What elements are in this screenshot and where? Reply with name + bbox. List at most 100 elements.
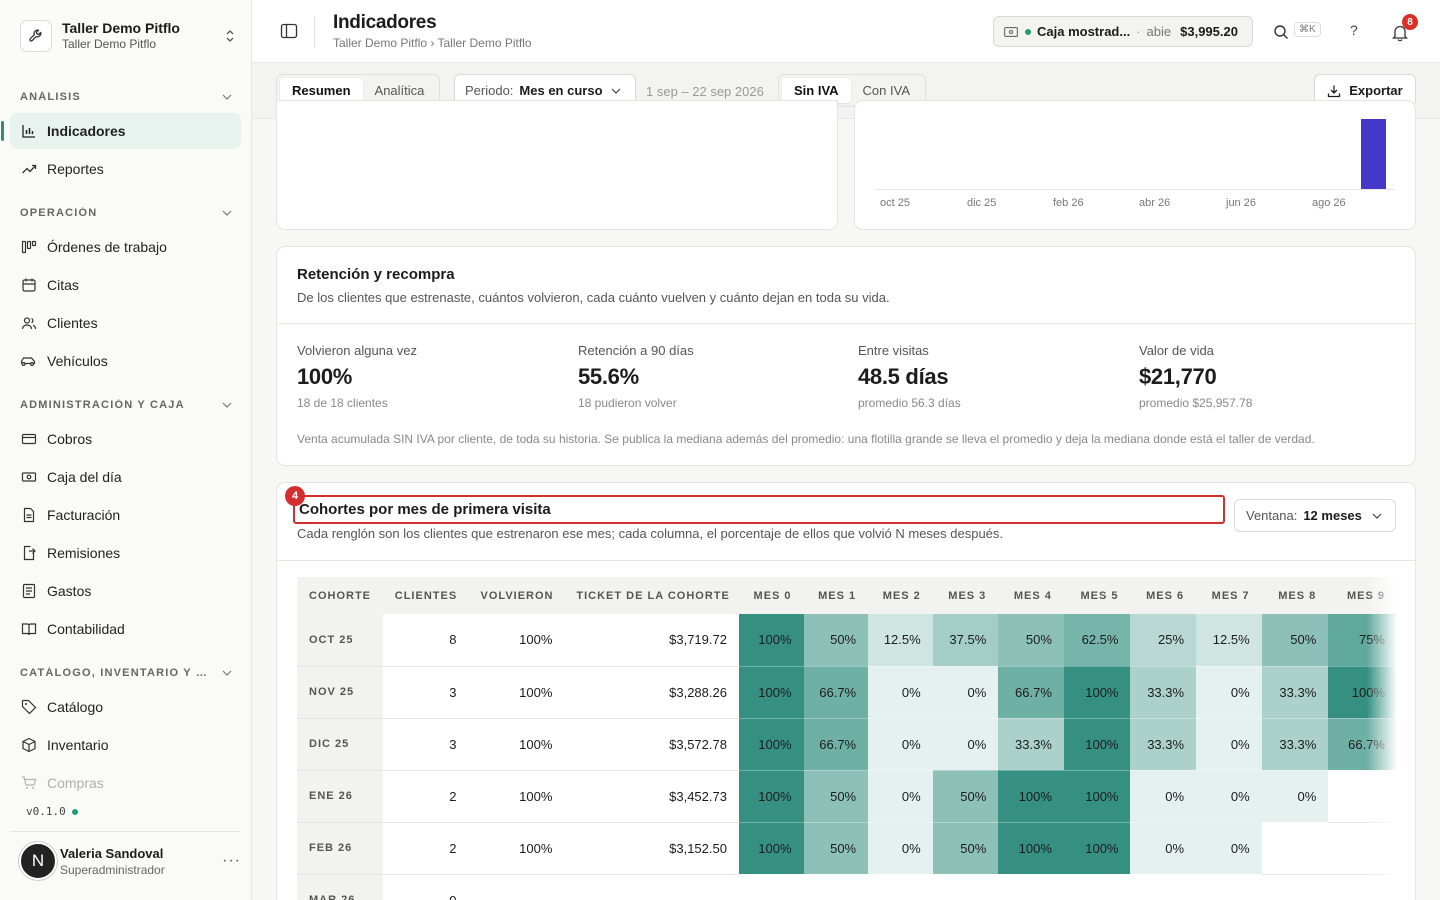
heat-cell: 50% (803, 822, 869, 875)
sidebar-item-compras[interactable]: Compras (10, 765, 241, 801)
wrench-icon (20, 20, 52, 52)
cell-cohort: OCT 25 (297, 614, 383, 667)
column-header: MES 2 (868, 577, 933, 614)
search-icon[interactable] (1271, 22, 1291, 42)
invoice-icon (20, 507, 37, 524)
cell-ticket: — (564, 874, 739, 900)
cell-clients: 8 (382, 614, 469, 667)
cell-clients: 2 (382, 822, 469, 875)
sidebar-item-indicadores[interactable]: Indicadores (1, 113, 241, 149)
divider (277, 323, 1415, 324)
section-catalogo[interactable]: CATÁLOGO, INVENTARIO Y COMPRAS (20, 665, 232, 681)
heat-cell: 66.7% (803, 718, 869, 771)
users-icon (20, 315, 37, 332)
heat-cell: 0% (1196, 822, 1262, 875)
heat-cell: 100% (1063, 718, 1131, 771)
heat-cell: 0% (1196, 770, 1262, 823)
sidebar-item-inventario[interactable]: Inventario (10, 727, 241, 763)
sidebar-item-label: Órdenes de trabajo (47, 239, 167, 255)
sidebar-item-remisiones[interactable]: Remisiones (10, 535, 241, 571)
cell-ticket: $3,452.73 (564, 770, 739, 823)
sidebar-item-ordenes[interactable]: Órdenes de trabajo (10, 229, 241, 265)
sidebar-item-label: Reportes (47, 161, 104, 177)
receipt-icon (20, 583, 37, 600)
cash-register-selector[interactable]: Caja mostrad... · abie $3,995.20 (993, 16, 1253, 47)
heat-cell: 0% (1130, 770, 1197, 823)
workspace-switcher[interactable]: Taller Demo Pitflo Taller Demo Pitflo (20, 16, 240, 56)
kpi-value: 48.5 días (858, 364, 949, 389)
column-header: MES 7 (1196, 577, 1262, 614)
heat-cell: 100% (738, 770, 804, 823)
heat-cell: 62.5% (1063, 614, 1131, 667)
section-administracion[interactable]: ADMINISTRACIÓN Y CAJA (20, 397, 232, 413)
kpi-value: 100% (297, 364, 353, 389)
cell-ticket: $3,288.26 (564, 666, 739, 719)
kpi-label: Entre visitas (858, 343, 929, 358)
sidebar-item-reportes[interactable]: Reportes (10, 151, 241, 187)
table-body: OCT 25 8 100% $3,719.72 100% 50% 12.5% 37.5% 50%… (297, 614, 1397, 900)
sidebar-item-label: Facturación (47, 507, 121, 523)
sidebar-item-cobros[interactable]: Cobros (10, 421, 241, 457)
cell-clients: 0 (382, 874, 469, 900)
more-icon[interactable]: ··· (222, 852, 241, 870)
window-label: Ventana: (1246, 508, 1298, 523)
chevron-down-icon (611, 88, 620, 94)
sidebar-item-clientes[interactable]: Clientes (10, 305, 241, 341)
heat-cell: 0% (932, 718, 999, 771)
workspace-subtitle: Taller Demo Pitflo (62, 37, 157, 51)
sidebar-item-gastos[interactable]: Gastos (10, 573, 241, 609)
retention-card: Retención y recompra De los clientes que… (276, 246, 1416, 466)
cell-ticket: $3,572.78 (564, 718, 739, 771)
chevron-down-icon (222, 94, 232, 100)
heat-cell: 0% (868, 822, 933, 875)
cohort-table: COHORTE CLIENTES VOLVIERON TICKET DE LA COH… (297, 577, 1397, 900)
cell-clients: 3 (382, 718, 469, 771)
heat-cell: 0% (868, 666, 933, 719)
column-header: MES 0 (738, 577, 804, 614)
section-description: Cada renglón son los clientes que estren… (297, 526, 1004, 541)
kpi-sub: promedio 56.3 días (858, 396, 961, 410)
heat-cell: 100% (1063, 822, 1131, 875)
heat-cell: 50% (803, 614, 869, 667)
sidebar-item-vehiculos[interactable]: Vehículos (10, 343, 241, 379)
heat-cell (1063, 874, 1131, 900)
top-bar: Indicadores Taller Demo Pitflo › Taller … (252, 0, 1440, 63)
section-operacion[interactable]: OPERACIÓN (20, 205, 232, 221)
sidebar-item-label: Caja del día (47, 469, 122, 485)
sidebar-item-citas[interactable]: Citas (10, 267, 241, 303)
sidebar-item-catalogo[interactable]: Catálogo (10, 689, 241, 725)
kpi-returned: Volvieron alguna vez 100% 18 de 18 clien… (297, 343, 557, 410)
sidebar-toggle-icon[interactable] (280, 22, 300, 42)
annotation-marker: 4 (285, 486, 305, 506)
column-header: VOLVIERON (468, 577, 565, 614)
user-menu[interactable]: N Valeria Sandoval Superadministrador ··… (19, 840, 241, 882)
shortcut-hint: ⌘K (1294, 22, 1321, 37)
section-title: Cohortes por mes de primera visita (299, 501, 551, 518)
export-label: Exportar (1349, 83, 1403, 98)
section-label: ANÁLISIS (20, 91, 81, 103)
car-icon (20, 353, 37, 370)
help-icon[interactable]: ? (1350, 22, 1358, 38)
cash-icon (20, 469, 37, 486)
sidebar-item-label: Gastos (47, 583, 92, 599)
sidebar-item-facturacion[interactable]: Facturación (10, 497, 241, 533)
cell-returned: 100% (468, 770, 565, 823)
table-row: ENE 26 2 100% $3,452.73 100% 50% 0% 50% 100% 100%… (297, 770, 1397, 823)
x-tick: jun 26 (1226, 197, 1256, 209)
section-description: De los clientes que estrenaste, cuántos … (297, 290, 890, 305)
breadcrumb: Taller Demo Pitflo › Taller Demo Pitflo (333, 36, 532, 50)
window-select[interactable]: Ventana: 12 meses (1234, 499, 1396, 532)
heat-cell: 50% (1261, 614, 1329, 667)
kpi-lifetime-value: Valor de vida $21,770 promedio $25,957.7… (1139, 343, 1399, 410)
status-dot (71, 808, 78, 815)
sidebar-item-contabilidad[interactable]: Contabilidad (10, 611, 241, 647)
download-icon (1328, 85, 1341, 97)
sidebar-item-label: Compras (47, 775, 104, 791)
heat-cell (1130, 874, 1197, 900)
kpi-sub: promedio $25,957.78 (1139, 396, 1253, 410)
tag-icon (20, 699, 37, 716)
sidebar-item-caja-del-dia[interactable]: Caja del día (10, 459, 241, 495)
section-analisis[interactable]: ANÁLISIS (20, 89, 232, 105)
cell-clients: 3 (382, 666, 469, 719)
avatar: N (19, 842, 57, 880)
